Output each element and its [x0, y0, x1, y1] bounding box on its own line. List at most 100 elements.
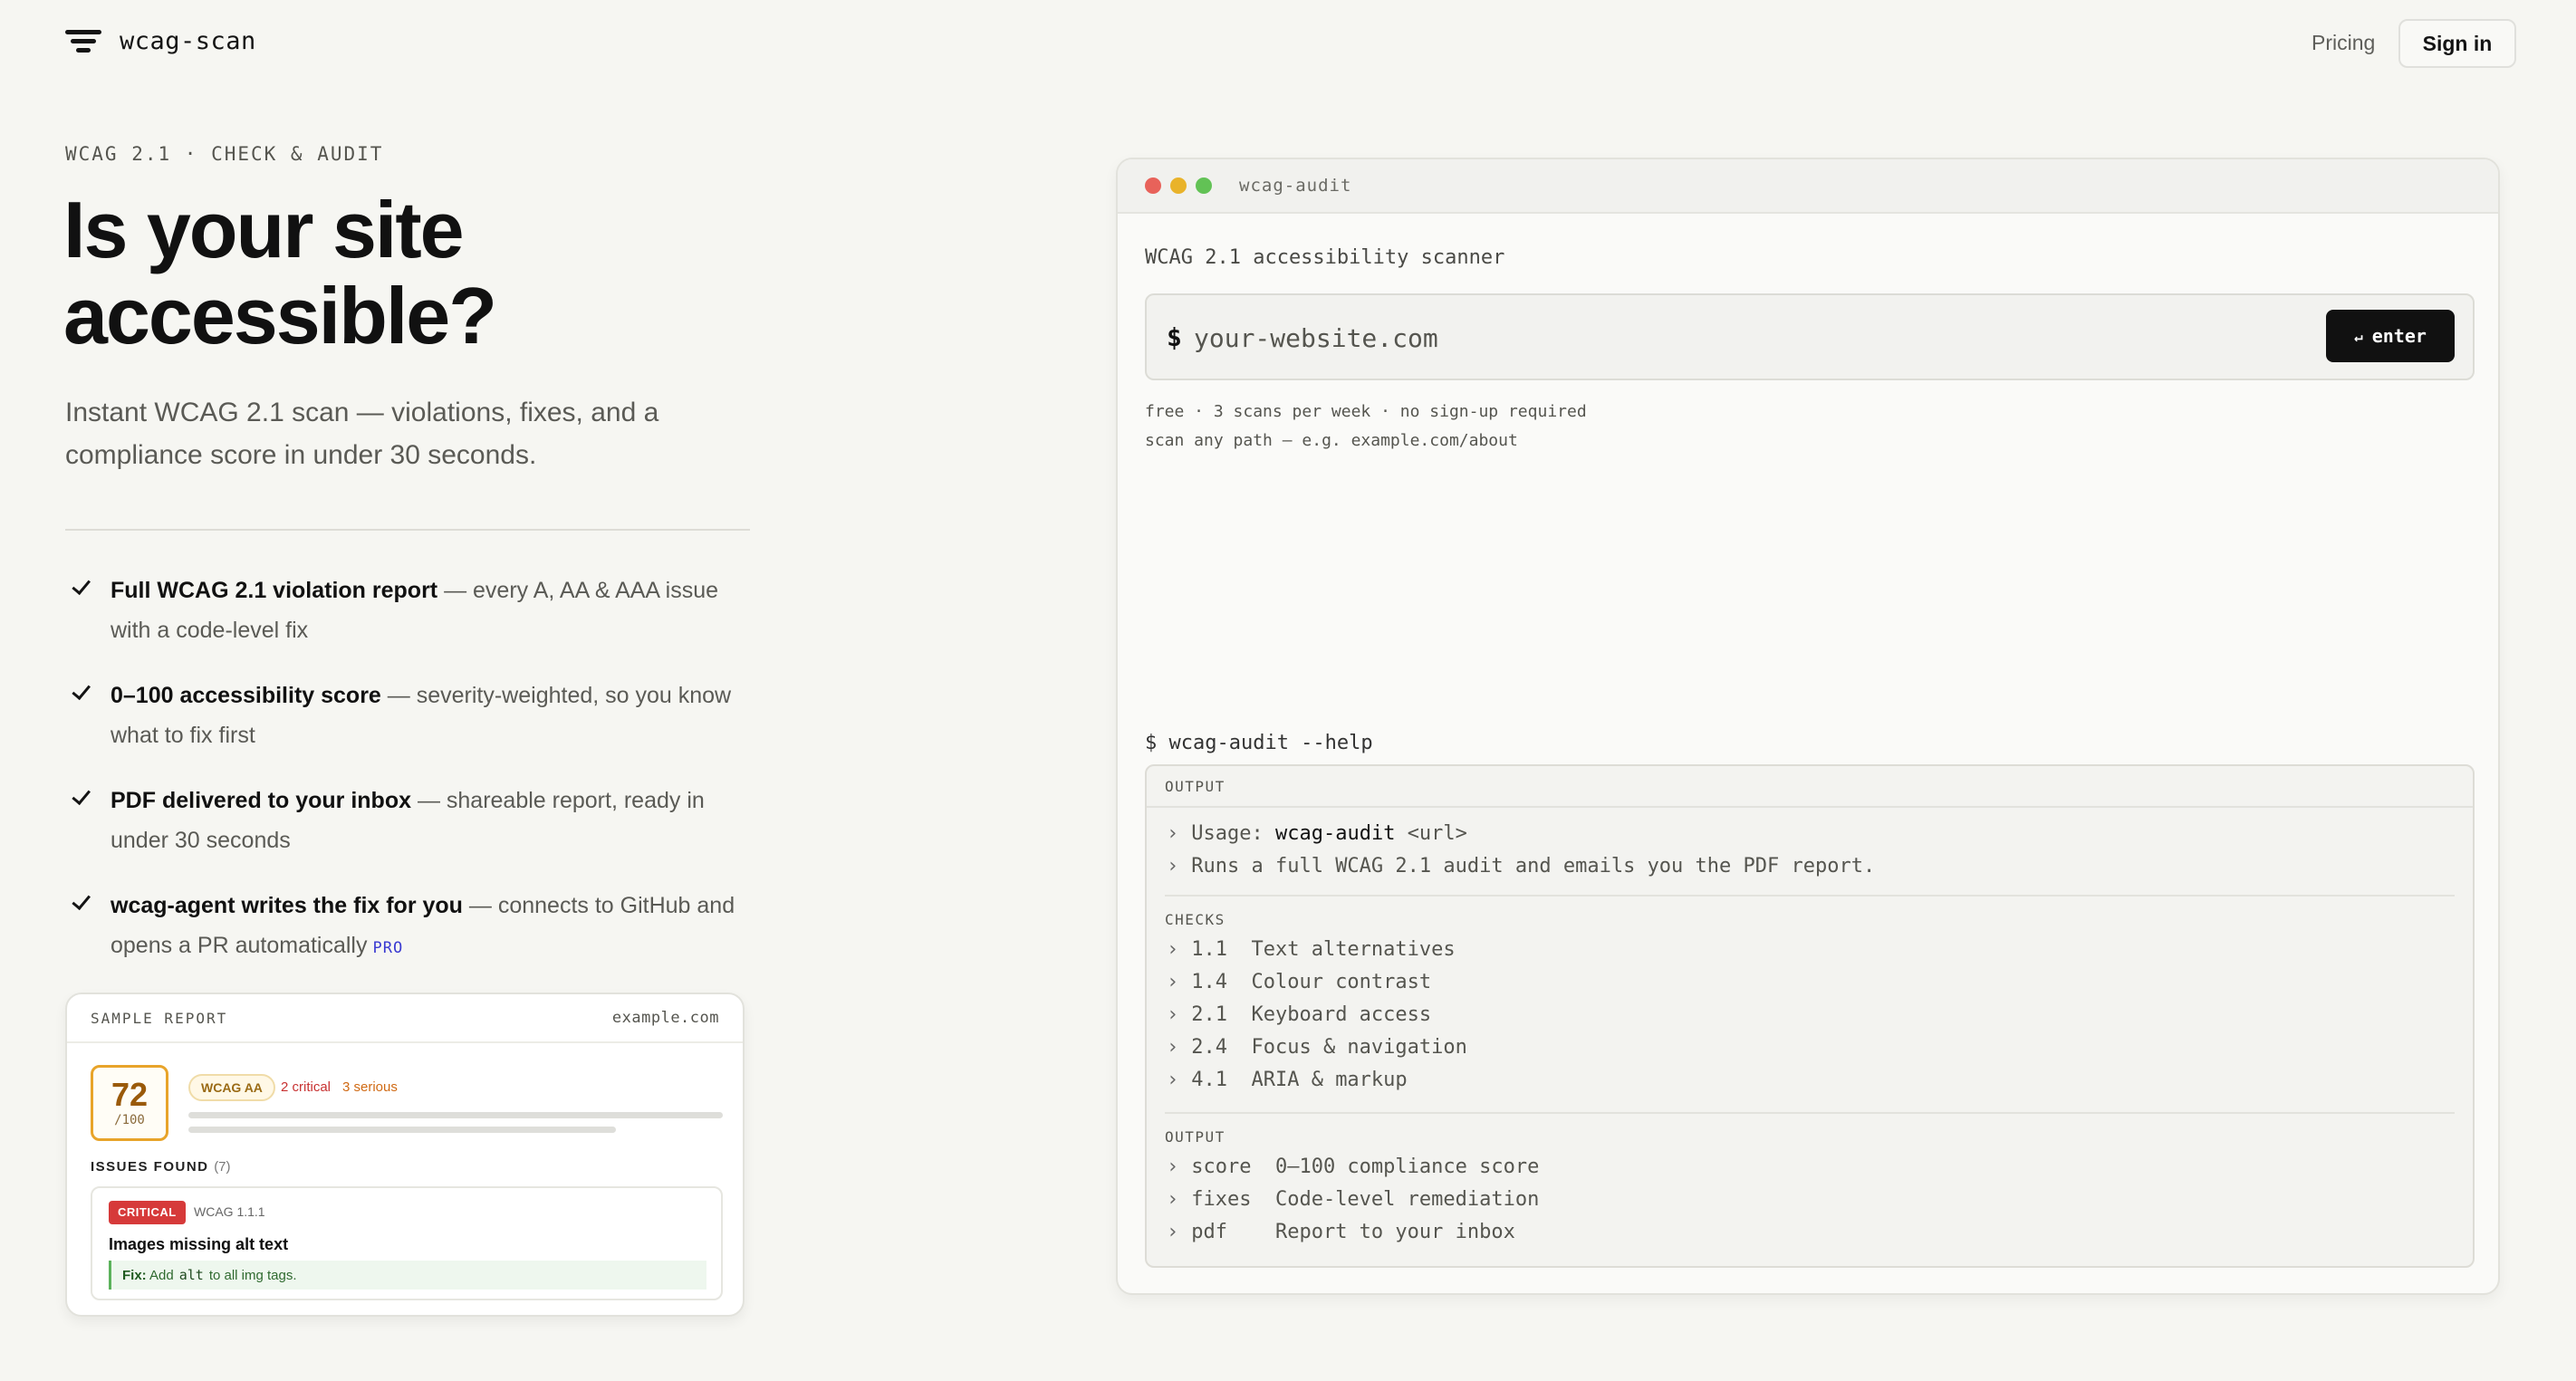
progress-placeholder [188, 1112, 723, 1118]
chevron-right-icon: › [1167, 1156, 1179, 1178]
output-divider [1165, 895, 2455, 897]
chevron-right-icon: › [1167, 938, 1179, 961]
usage-prefix: Usage: [1191, 822, 1264, 845]
divider [65, 529, 750, 531]
terminal-title: wcag-audit [1239, 176, 1352, 196]
fix-text-post: to all img tags. [208, 1268, 297, 1283]
terminal-titlebar: wcag-audit [1118, 159, 2498, 214]
url-input-row: $ ↵ enter [1145, 293, 2475, 380]
issue-title: Images missing alt text [109, 1235, 289, 1253]
hero-title-line1: Is your site [63, 185, 465, 274]
top-nav: wcag-scan Pricing Sign in [0, 0, 2576, 87]
fix-suggestion: Fix: Add alt to all img tags. [109, 1261, 706, 1290]
check-text: 2.1 Keyboard access [1191, 1003, 1432, 1026]
output-label: OUTPUT [1147, 766, 2473, 808]
description-text: Runs a full WCAG 2.1 audit and emails yo… [1191, 855, 1876, 878]
feature-title: Full WCAG 2.1 violation report [111, 578, 438, 603]
check-text: 4.1 ARIA & markup [1191, 1069, 1408, 1091]
check-text: 1.4 Colour contrast [1191, 971, 1432, 993]
menu-lines-icon [65, 28, 101, 55]
pricing-link[interactable]: Pricing [2312, 31, 2375, 55]
check-line: › 4.1 ARIA & markup [1167, 1069, 1408, 1091]
help-command: $ wcag-audit --help [1145, 732, 1373, 754]
check-line: › 2.1 Keyboard access [1167, 1003, 1431, 1026]
feature-item: PDF delivered to your inbox — shareable … [65, 781, 754, 886]
maximize-dot-icon [1196, 177, 1212, 194]
enter-button[interactable]: ↵ enter [2326, 310, 2455, 362]
score-value: 72 [111, 1076, 149, 1113]
enter-label: enter [2371, 325, 2427, 347]
report-domain: example.com [611, 1009, 719, 1027]
usage-line: › Usage: wcag-audit <url> [1167, 822, 1467, 845]
output-line: › fixes Code-level remediation [1167, 1188, 1539, 1211]
brand-logo[interactable]: wcag-scan [65, 27, 256, 55]
pro-badge: PRO [372, 939, 404, 957]
severity-badge: CRITICAL [109, 1201, 186, 1224]
feature-item: 0–100 accessibility score — severity-wei… [65, 676, 754, 781]
serious-count: 3 serious [342, 1079, 398, 1095]
description-line: › Runs a full WCAG 2.1 audit and emails y… [1167, 855, 1875, 878]
hero-title-line2: accessible? [63, 271, 497, 360]
output-panel: OUTPUT › Usage: wcag-audit <url> › Runs a … [1145, 764, 2475, 1268]
feature-title: wcag-agent writes the fix for you [111, 893, 463, 918]
scanner-heading: WCAG 2.1 accessibility scanner [1145, 246, 1505, 269]
output-text: score 0–100 compliance score [1191, 1156, 1540, 1178]
hero-subtitle: Instant WCAG 2.1 scan — violations, fixe… [65, 398, 659, 470]
fix-code: alt [178, 1267, 204, 1283]
check-icon [67, 786, 87, 799]
prompt-symbol: $ [1167, 322, 1182, 352]
sign-in-button[interactable]: Sign in [2398, 19, 2516, 68]
output-divider [1165, 1112, 2455, 1114]
check-line: › 2.4 Focus & navigation [1167, 1036, 1467, 1059]
usage-command: wcag-audit [1274, 822, 1396, 845]
check-text: 1.1 Text alternatives [1191, 938, 1456, 961]
issue-card: CRITICAL WCAG 1.1.1 Images missing alt t… [91, 1186, 723, 1300]
hero-eyebrow: WCAG 2.1 · CHECK & AUDIT [65, 143, 384, 165]
usage-arg: <url> [1407, 822, 1467, 845]
url-input[interactable] [1194, 317, 2281, 359]
output-section-label: OUTPUT [1165, 1128, 1226, 1146]
chevron-right-icon: › [1167, 1003, 1179, 1026]
feature-item: wcag-agent writes the fix for you — conn… [65, 886, 754, 991]
brand-name: wcag-scan [120, 27, 256, 55]
wcag-level-badge: WCAG AA [188, 1074, 275, 1101]
enter-icon: ↵ [2354, 327, 2363, 345]
check-text: 2.4 Focus & navigation [1191, 1036, 1467, 1059]
output-text: pdf Report to your inbox [1191, 1221, 1515, 1243]
output-line: › pdf Report to your inbox [1167, 1221, 1515, 1243]
chevron-right-icon: › [1167, 1036, 1179, 1059]
fix-label: Fix: [122, 1268, 147, 1283]
output-line: › score 0–100 compliance score [1167, 1156, 1539, 1178]
output-text: fixes Code-level remediation [1191, 1188, 1540, 1211]
hero-title: Is your site accessible? [63, 187, 788, 359]
check-icon [67, 681, 87, 694]
report-header: SAMPLE REPORT example.com [67, 994, 743, 1043]
issues-label-text: ISSUES FOUND [91, 1159, 209, 1175]
scan-path-note: scan any path — e.g. example.com/about [1145, 431, 1518, 450]
critical-count: 2 critical [281, 1079, 332, 1095]
sample-report-card: SAMPLE REPORT example.com 72 /100 WCAG A… [65, 993, 745, 1317]
fix-text-pre: Add [149, 1268, 174, 1283]
progress-placeholder [188, 1127, 616, 1133]
check-icon [67, 576, 87, 589]
score-box: 72 /100 [91, 1065, 168, 1141]
feature-list: Full WCAG 2.1 violation report — every A… [65, 571, 754, 991]
checks-label: CHECKS [1165, 911, 1226, 928]
feature-title: PDF delivered to your inbox [111, 788, 411, 813]
check-line: › 1.4 Colour contrast [1167, 971, 1431, 993]
scan-limit-note: free · 3 scans per week · no sign-up req… [1145, 402, 1587, 421]
issues-label: ISSUES FOUND (7) [91, 1159, 231, 1175]
check-icon [67, 891, 87, 904]
chevron-right-icon: › [1167, 1221, 1179, 1243]
feature-item: Full WCAG 2.1 violation report — every A… [65, 571, 754, 676]
minimize-dot-icon [1170, 177, 1187, 194]
terminal-window: wcag-audit WCAG 2.1 accessibility scanne… [1116, 158, 2500, 1295]
check-line: › 1.1 Text alternatives [1167, 938, 1456, 961]
chevron-right-icon: › [1167, 1069, 1179, 1091]
issues-count: (7) [214, 1159, 231, 1175]
feature-title: 0–100 accessibility score [111, 683, 381, 708]
wcag-reference: WCAG 1.1.1 [194, 1204, 265, 1219]
close-dot-icon [1145, 177, 1161, 194]
chevron-right-icon: › [1167, 1188, 1179, 1211]
report-label: SAMPLE REPORT [91, 1009, 228, 1027]
